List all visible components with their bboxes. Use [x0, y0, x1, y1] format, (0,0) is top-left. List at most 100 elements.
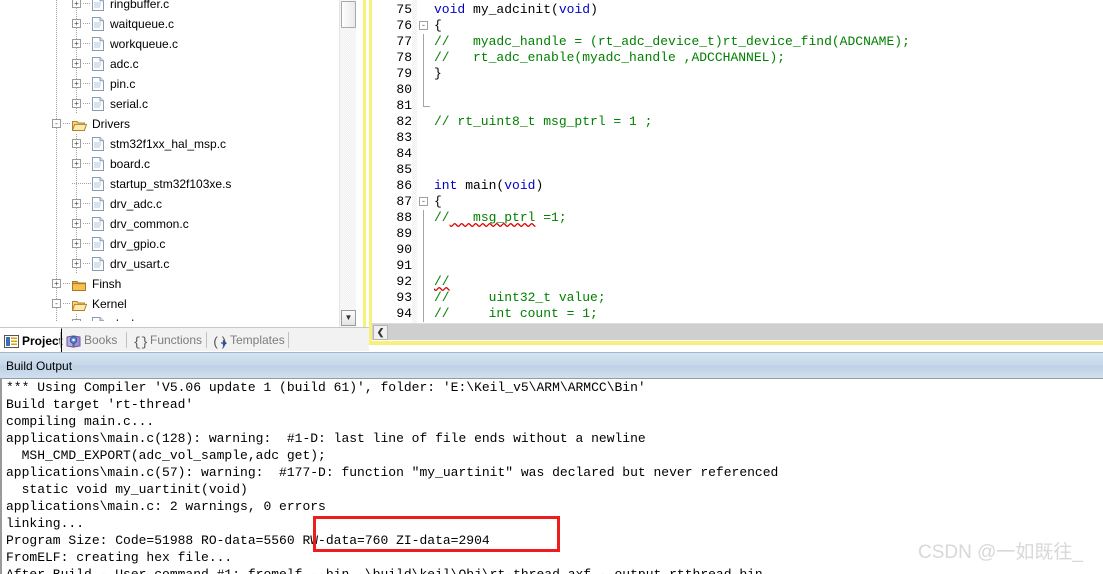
code-line[interactable]: 92 //: [372, 274, 1103, 290]
code-line[interactable]: 91: [372, 258, 1103, 274]
fold-collapse-icon[interactable]: -: [419, 197, 428, 206]
code-editor[interactable]: 75 void my_adcinit(void) 76-{77// myadc_ha…: [372, 0, 1103, 326]
fold-column[interactable]: [416, 306, 432, 322]
books-icon: [66, 333, 81, 348]
tree-file-item[interactable]: + waitqueue.c: [0, 14, 338, 34]
fold-column[interactable]: [416, 242, 432, 258]
tree-expander[interactable]: -: [52, 299, 61, 308]
code-line[interactable]: 89: [372, 226, 1103, 242]
fold-column[interactable]: [416, 130, 432, 146]
code-line[interactable]: 80: [372, 82, 1103, 98]
tree-item-label: adc.c: [110, 57, 139, 71]
fold-column[interactable]: [416, 114, 432, 130]
tree-expander[interactable]: +: [72, 39, 81, 48]
tree-expander[interactable]: +: [72, 199, 81, 208]
tree-file-item[interactable]: + workqueue.c: [0, 34, 338, 54]
chevron-left-icon[interactable]: ❮: [373, 325, 388, 340]
code-line[interactable]: 87-{: [372, 194, 1103, 210]
tree-expander[interactable]: +: [72, 319, 81, 321]
code-line[interactable]: 88 // msg_ptrl =1;: [372, 210, 1103, 226]
fold-column[interactable]: [416, 82, 432, 98]
tree-expander[interactable]: +: [72, 159, 81, 168]
project-tabbar[interactable]: ProjectBooks{}Functions()Templates: [0, 327, 369, 352]
fold-column[interactable]: [416, 178, 432, 194]
code-line[interactable]: 86 int main(void): [372, 178, 1103, 194]
fold-column[interactable]: [416, 274, 432, 290]
tree-scroll-thumb[interactable]: [341, 1, 356, 28]
code-line[interactable]: 93 // uint32_t value;: [372, 290, 1103, 306]
tree-expander[interactable]: +: [72, 219, 81, 228]
code-line[interactable]: 79}: [372, 66, 1103, 82]
fold-column[interactable]: [416, 34, 432, 50]
fold-column[interactable]: [416, 50, 432, 66]
tree-file-item[interactable]: + drv_common.c: [0, 214, 338, 234]
tree-file-item[interactable]: + ringbuffer.c: [0, 0, 338, 14]
chevron-down-icon[interactable]: ▼: [341, 310, 356, 326]
fold-column[interactable]: [416, 226, 432, 242]
tree-folder-kernel[interactable]: - Kernel: [0, 294, 338, 314]
line-number: 88: [396, 210, 412, 225]
tree-file-item[interactable]: + clock.c: [0, 314, 338, 321]
code-line[interactable]: 83: [372, 130, 1103, 146]
tree-folder-finsh[interactable]: + Finsh: [0, 274, 338, 294]
fold-guide: [423, 274, 424, 290]
code-line[interactable]: 84: [372, 146, 1103, 162]
code-line[interactable]: 76-{: [372, 18, 1103, 34]
tree-file-item[interactable]: + drv_usart.c: [0, 254, 338, 274]
editor-horizontal-scrollbar[interactable]: ❮: [372, 323, 1103, 340]
fold-column[interactable]: [416, 98, 432, 114]
code-line[interactable]: 81: [372, 98, 1103, 114]
tree-file-item[interactable]: + drv_gpio.c: [0, 234, 338, 254]
tree-expander[interactable]: +: [52, 279, 61, 288]
tree-item-label: drv_gpio.c: [110, 237, 166, 251]
folder-icon: [72, 278, 87, 291]
tree-expander[interactable]: +: [72, 259, 81, 268]
code-line[interactable]: 77 // myadc_handle = (rt_adc_device_t)rt_…: [372, 34, 1103, 50]
tree-item-label: Drivers: [92, 117, 130, 131]
code-line[interactable]: 85: [372, 162, 1103, 178]
tab-label: Project: [22, 333, 63, 348]
code-line[interactable]: 78 // rt_adc_enable(myadc_handle ,ADCCHAN…: [372, 50, 1103, 66]
tree-expander[interactable]: +: [72, 239, 81, 248]
fold-column[interactable]: [416, 146, 432, 162]
fold-column[interactable]: [416, 2, 432, 18]
tree-item-label: ringbuffer.c: [110, 0, 170, 11]
tab-functions[interactable]: {}Functions: [128, 328, 208, 352]
tree-file-item[interactable]: + pin.c: [0, 74, 338, 94]
code-line[interactable]: 75 void my_adcinit(void): [372, 2, 1103, 18]
tree-expander[interactable]: +: [72, 99, 81, 108]
tree-expander[interactable]: +: [72, 139, 81, 148]
fold-column[interactable]: -: [416, 194, 432, 210]
tree-file-item[interactable]: + board.c: [0, 154, 338, 174]
code-line[interactable]: 82 // rt_uint8_t msg_ptrl = 1 ;: [372, 114, 1103, 130]
tree-vertical-scrollbar[interactable]: ▼: [339, 0, 356, 327]
tree-file-item[interactable]: startup_stm32f103xe.s: [0, 174, 338, 194]
tree-expander[interactable]: +: [72, 0, 81, 8]
project-tree[interactable]: + ringbuffer.c + waitqueue.c + workqueue.c + ad…: [0, 0, 338, 321]
tab-templates[interactable]: () Templates: [208, 328, 286, 352]
tree-expander[interactable]: -: [52, 119, 61, 128]
tab-project[interactable]: Project: [0, 328, 63, 352]
tab-label: Functions: [150, 333, 203, 347]
fold-column[interactable]: [416, 258, 432, 274]
code-line[interactable]: 94 // int count = 1;: [372, 306, 1103, 322]
file-icon: [92, 217, 104, 231]
fold-column[interactable]: [416, 290, 432, 306]
fold-column[interactable]: [416, 210, 432, 226]
tree-file-item[interactable]: + serial.c: [0, 94, 338, 114]
tree-folder-drivers[interactable]: - Drivers: [0, 114, 338, 134]
line-number: 79: [396, 66, 412, 81]
tree-file-item[interactable]: + drv_adc.c: [0, 194, 338, 214]
fold-column[interactable]: -: [416, 18, 432, 34]
tree-expander[interactable]: +: [72, 59, 81, 68]
tree-expander[interactable]: +: [72, 79, 81, 88]
tree-file-item[interactable]: + stm32f1xx_hal_msp.c: [0, 134, 338, 154]
tree-file-item[interactable]: + adc.c: [0, 54, 338, 74]
fold-column[interactable]: [416, 162, 432, 178]
code-line[interactable]: 90: [372, 242, 1103, 258]
tree-expander[interactable]: +: [72, 19, 81, 28]
fold-collapse-icon[interactable]: -: [419, 21, 428, 30]
fold-column[interactable]: [416, 66, 432, 82]
file-icon: [92, 57, 104, 71]
tab-books[interactable]: Books: [62, 328, 128, 352]
